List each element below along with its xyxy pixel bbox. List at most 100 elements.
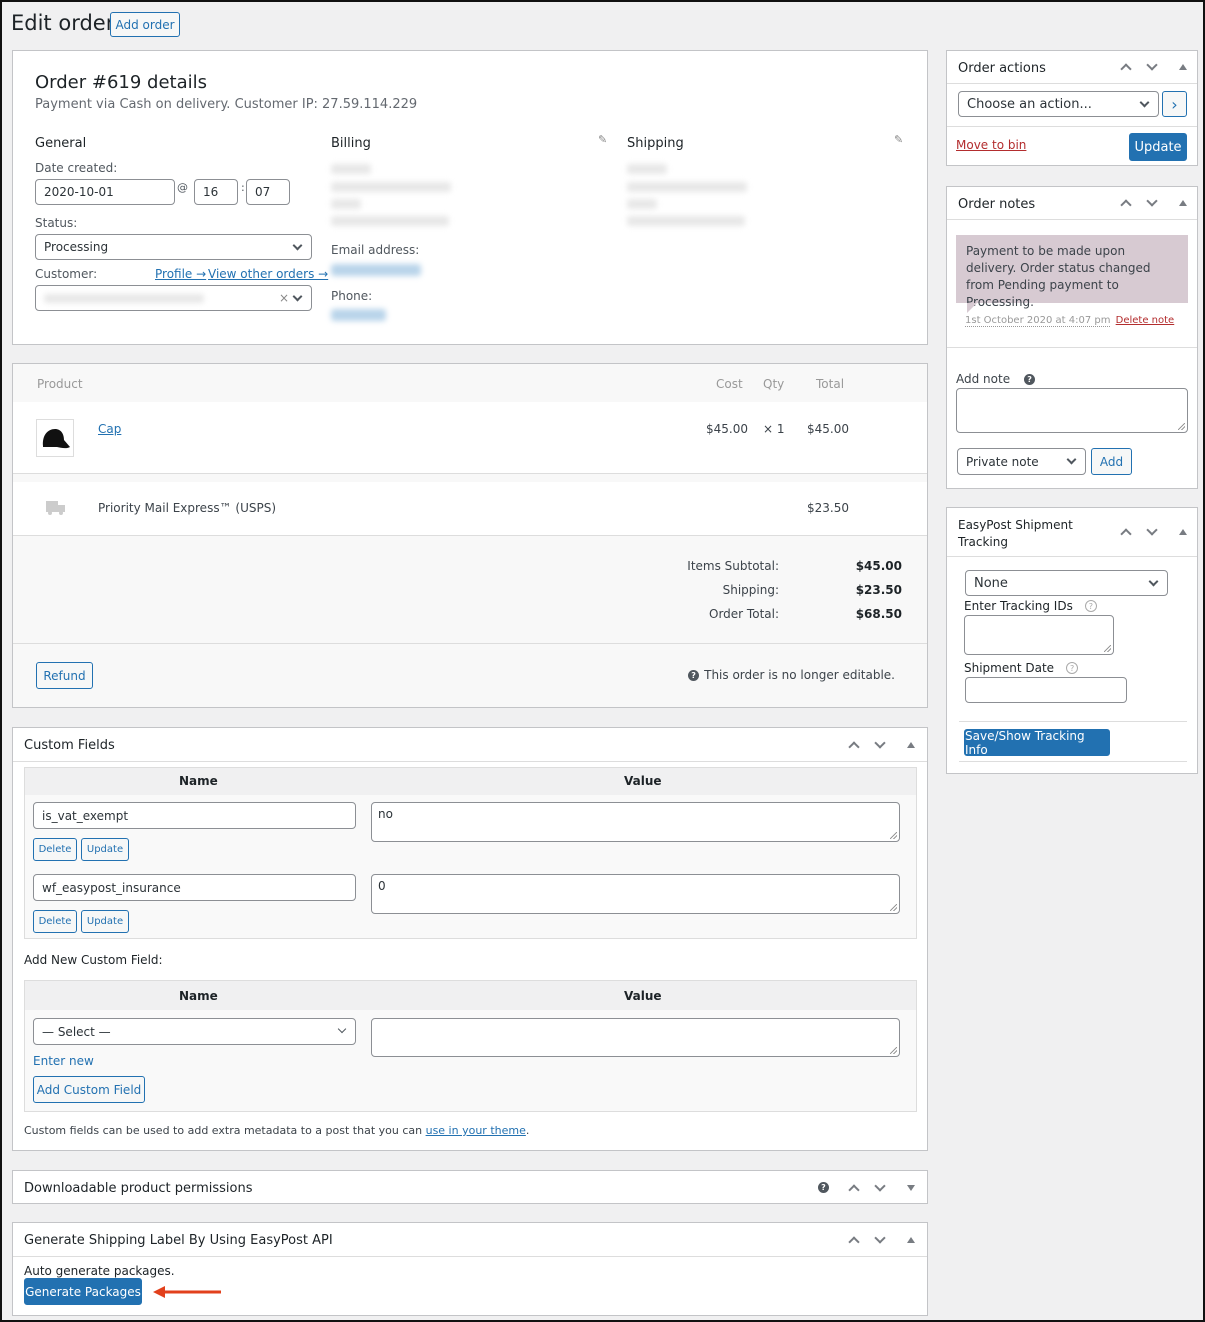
update-order-button[interactable]: Update — [1129, 133, 1187, 161]
customer-label: Customer: — [35, 267, 98, 281]
help-icon[interactable]: ? — [1084, 600, 1097, 612]
collapse-toggle-icon[interactable] — [907, 742, 915, 748]
add-note-button[interactable]: Add — [1091, 448, 1132, 475]
email-redacted[interactable] — [331, 264, 421, 276]
subtotal-label: Items Subtotal: — [687, 559, 779, 573]
view-other-orders-link[interactable]: View other orders → — [208, 267, 328, 281]
move-up-icon[interactable] — [1119, 198, 1133, 208]
delete-field-button[interactable]: Delete — [33, 838, 77, 861]
move-up-icon[interactable] — [847, 740, 861, 750]
arrow-annotation-icon — [153, 1286, 221, 1298]
carrier-select[interactable]: None — [965, 570, 1168, 596]
move-down-icon[interactable] — [1145, 62, 1159, 72]
shipment-date-input[interactable] — [965, 677, 1127, 703]
shipping-address-redacted — [627, 182, 747, 192]
not-editable-text: This order is no longer editable. — [704, 668, 895, 682]
move-down-icon[interactable] — [873, 740, 887, 750]
customer-select[interactable]: × — [35, 285, 312, 311]
apply-action-button[interactable]: › — [1162, 91, 1187, 117]
edit-shipping-pencil-icon[interactable]: ✎ — [894, 133, 904, 146]
custom-field-value-textarea[interactable]: no — [371, 802, 900, 842]
move-down-icon[interactable] — [873, 1183, 887, 1193]
col-cost: Cost — [716, 377, 743, 391]
order-actions-title: Order actions — [958, 61, 1046, 76]
new-field-name-select[interactable]: — Select — — [33, 1018, 356, 1045]
order-details-panel: Order #619 details Payment via Cash on d… — [12, 50, 928, 345]
help-icon[interactable]: ? — [818, 1182, 829, 1193]
custom-fields-title: Custom Fields — [24, 738, 115, 753]
add-note-textarea[interactable] — [956, 388, 1188, 433]
order-total-value: $68.50 — [855, 607, 902, 621]
custom-field-name-input[interactable]: is_vat_exempt — [33, 802, 356, 829]
add-new-field-label: Add New Custom Field: — [24, 953, 163, 967]
item-cost: $45.00 — [706, 422, 748, 436]
minute-input[interactable]: 07 — [246, 179, 290, 205]
order-items-panel: Product Cost Qty Total Cap $45.00 × 1 $4… — [12, 363, 928, 708]
expand-toggle-icon[interactable] — [907, 1184, 915, 1191]
status-select[interactable]: Processing — [35, 234, 312, 260]
name-column-header: Name — [179, 774, 218, 788]
update-field-button[interactable]: Update — [81, 838, 129, 861]
delete-field-button[interactable]: Delete — [33, 910, 77, 933]
add-custom-field-button[interactable]: Add Custom Field — [33, 1076, 145, 1103]
use-in-theme-link[interactable]: use in your theme — [426, 1124, 526, 1137]
order-action-select[interactable]: Choose an action... — [958, 91, 1159, 117]
move-down-icon[interactable] — [1145, 527, 1159, 537]
move-down-icon[interactable] — [1145, 198, 1159, 208]
clear-customer-icon[interactable]: × — [279, 291, 289, 305]
tracking-ids-label-row: Enter Tracking IDs ? — [964, 599, 1097, 613]
note-date: 1st October 2020 at 4:07 pm — [965, 315, 1111, 327]
collapse-toggle-icon[interactable] — [1179, 529, 1187, 535]
custom-field-name-input[interactable]: wf_easypost_insurance — [33, 874, 356, 901]
value-column-header: Value — [624, 989, 662, 1003]
chevron-down-icon — [292, 240, 303, 251]
shipment-date-label-row: Shipment Date ? — [964, 661, 1079, 675]
collapse-toggle-icon[interactable] — [907, 1237, 915, 1243]
move-to-bin-link[interactable]: Move to bin — [956, 138, 1026, 152]
edit-billing-pencil-icon[interactable]: ✎ — [598, 133, 608, 146]
shipping-address-redacted — [627, 216, 745, 226]
shipping-heading: Shipping — [627, 136, 684, 151]
save-tracking-button[interactable]: Save/Show Tracking Info — [964, 729, 1110, 757]
order-heading: Order #619 details — [35, 72, 208, 93]
order-notes-panel: Order notes Payment to be made upon deli… — [946, 186, 1198, 489]
name-column-header: Name — [179, 989, 218, 1003]
downloadable-permissions-panel: Downloadable product permissions ? — [12, 1170, 928, 1204]
new-field-value-textarea[interactable] — [371, 1018, 900, 1057]
move-up-icon[interactable] — [1119, 527, 1133, 537]
product-link[interactable]: Cap — [98, 422, 121, 436]
profile-link[interactable]: Profile → — [155, 267, 206, 281]
collapse-toggle-icon[interactable] — [1179, 64, 1187, 70]
col-qty: Qty — [763, 377, 785, 391]
generate-packages-button[interactable]: Generate Packages — [24, 1278, 142, 1305]
delete-note-link[interactable]: Delete note — [1116, 315, 1175, 326]
billing-address-redacted — [331, 199, 361, 209]
move-down-icon[interactable] — [873, 1235, 887, 1245]
chevron-down-icon — [1139, 97, 1150, 108]
move-up-icon[interactable] — [1119, 62, 1133, 72]
help-icon[interactable]: ? — [688, 669, 700, 681]
move-up-icon[interactable] — [847, 1235, 861, 1245]
refund-button[interactable]: Refund — [36, 662, 93, 689]
easypost-label-title: Generate Shipping Label By Using EasyPos… — [24, 1233, 333, 1248]
date-input[interactable]: 2020-10-01 — [35, 179, 175, 205]
move-up-icon[interactable] — [847, 1183, 861, 1193]
tracking-ids-textarea[interactable] — [964, 615, 1114, 655]
enter-new-link[interactable]: Enter new — [33, 1054, 94, 1068]
collapse-toggle-icon[interactable] — [1179, 200, 1187, 206]
note-type-select[interactable]: Private note — [957, 448, 1086, 475]
help-icon[interactable]: ? — [1066, 662, 1079, 674]
hour-input[interactable]: 16 — [194, 179, 238, 205]
status-label: Status: — [35, 216, 78, 230]
line-item-row: Cap $45.00 × 1 $45.00 — [13, 402, 927, 474]
item-total: $45.00 — [807, 422, 849, 436]
help-icon[interactable]: ? — [1024, 373, 1036, 385]
add-order-button[interactable]: Add order — [110, 12, 180, 37]
custom-field-value-textarea[interactable]: 0 — [371, 874, 900, 914]
custom-fields-panel: Custom Fields Name Value is_vat_exempt D… — [12, 727, 928, 1151]
col-total: Total — [816, 377, 845, 391]
phone-redacted[interactable] — [331, 309, 386, 321]
shipping-total-value: $23.50 — [855, 583, 902, 597]
status-value: Processing — [44, 240, 109, 254]
update-field-button[interactable]: Update — [81, 910, 129, 933]
